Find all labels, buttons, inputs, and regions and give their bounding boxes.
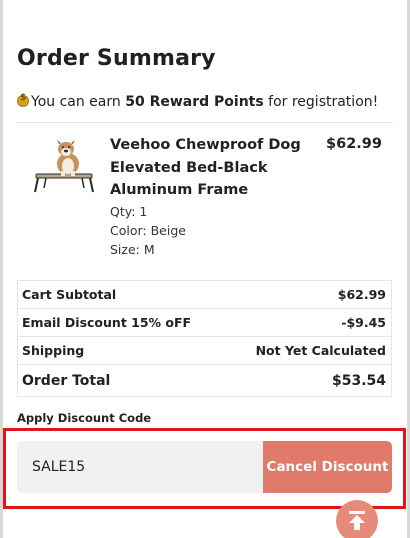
product-price: $62.99 — [326, 136, 382, 152]
reward-prefix: You can earn — [31, 94, 126, 110]
totals-value: $53.54 — [331, 372, 386, 389]
product-name[interactable]: Veehoo Chewproof Dog Elevated Bed-Black … — [110, 134, 332, 202]
totals-value: -$9.45 — [341, 315, 386, 330]
totals-label: Email Discount 15% oFF — [22, 315, 192, 330]
totals-value: Not Yet Calculated — [255, 343, 386, 358]
product-image[interactable] — [28, 136, 98, 198]
totals-label: Shipping — [22, 343, 85, 358]
totals-label: Cart Subtotal — [22, 287, 117, 302]
discount-code-input[interactable] — [17, 441, 263, 493]
reward-points: 50 Reward Points — [125, 94, 264, 110]
product-qty: Qty: 1 — [110, 204, 148, 219]
totals-value: $62.99 — [337, 287, 386, 302]
product-size: Size: M — [110, 242, 155, 257]
coin-icon — [17, 93, 29, 107]
reward-message: You can earn 50 Reward Points for regist… — [17, 93, 379, 110]
email-discount-row: Email Discount 15% oFF -$9.45 — [18, 309, 391, 337]
divider — [17, 122, 393, 123]
order-total-row: Order Total $53.54 — [18, 365, 391, 396]
shipping-row: Shipping Not Yet Calculated — [18, 337, 391, 365]
scroll-to-top-button[interactable] — [336, 500, 378, 538]
discount-code-form: Cancel Discount — [17, 441, 392, 493]
discount-label: Apply Discount Code — [17, 411, 152, 425]
page-title: Order Summary — [17, 46, 216, 71]
product-color: Color: Beige — [110, 223, 186, 238]
totals-table: Cart Subtotal $62.99 Email Discount 15% … — [17, 280, 392, 397]
cancel-discount-button[interactable]: Cancel Discount — [263, 441, 392, 493]
arrow-up-to-top-icon — [346, 509, 368, 535]
totals-label: Order Total — [22, 372, 111, 389]
reward-suffix: for registration! — [263, 94, 379, 110]
cart-subtotal-row: Cart Subtotal $62.99 — [18, 281, 391, 309]
